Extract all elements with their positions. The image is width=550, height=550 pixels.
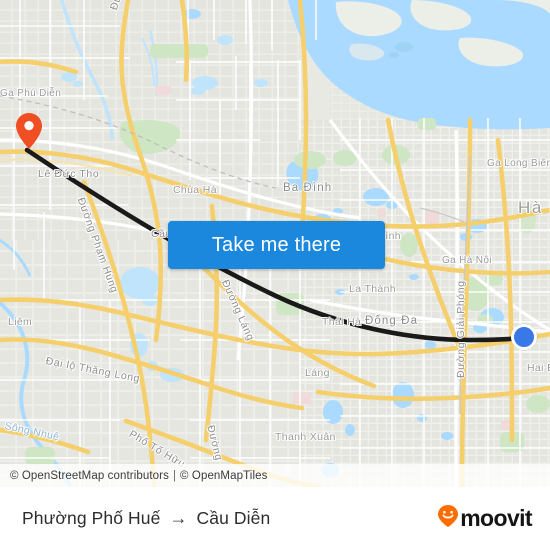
route-summary: Phường Phố Huế → Cầu Diễn [22,508,270,529]
route-arrow-icon: → [169,508,188,528]
take-me-there-button[interactable]: Take me there [168,221,385,269]
moovit-logo[interactable]: moovit [437,504,533,533]
route-destination-label: Cầu Diễn [196,508,271,528]
moovit-pin-icon [437,504,459,533]
attribution-separator: | [172,469,177,482]
attribution-osm[interactable]: © OpenStreetMap contributors [10,470,169,482]
attribution-tiles[interactable]: © OpenMapTiles [180,470,267,482]
map-canvas[interactable]: Ga Phú DiễnĐườngLê Đức ThọChùa HàBa Đình… [0,0,550,487]
origin-location-dot[interactable] [511,324,537,350]
moovit-wordmark: moovit [460,505,532,531]
moovit-map-screen: Ga Phú DiễnĐườngLê Đức ThọChùa HàBa Đình… [0,0,550,550]
footer-bar: Phường Phố Huế → Cầu Diễn moovit [0,487,550,550]
destination-pin-icon[interactable] [16,113,42,149]
map-attribution: © OpenStreetMap contributors | © OpenMap… [0,464,550,487]
route-origin-label: Phường Phố Huế [22,508,161,528]
